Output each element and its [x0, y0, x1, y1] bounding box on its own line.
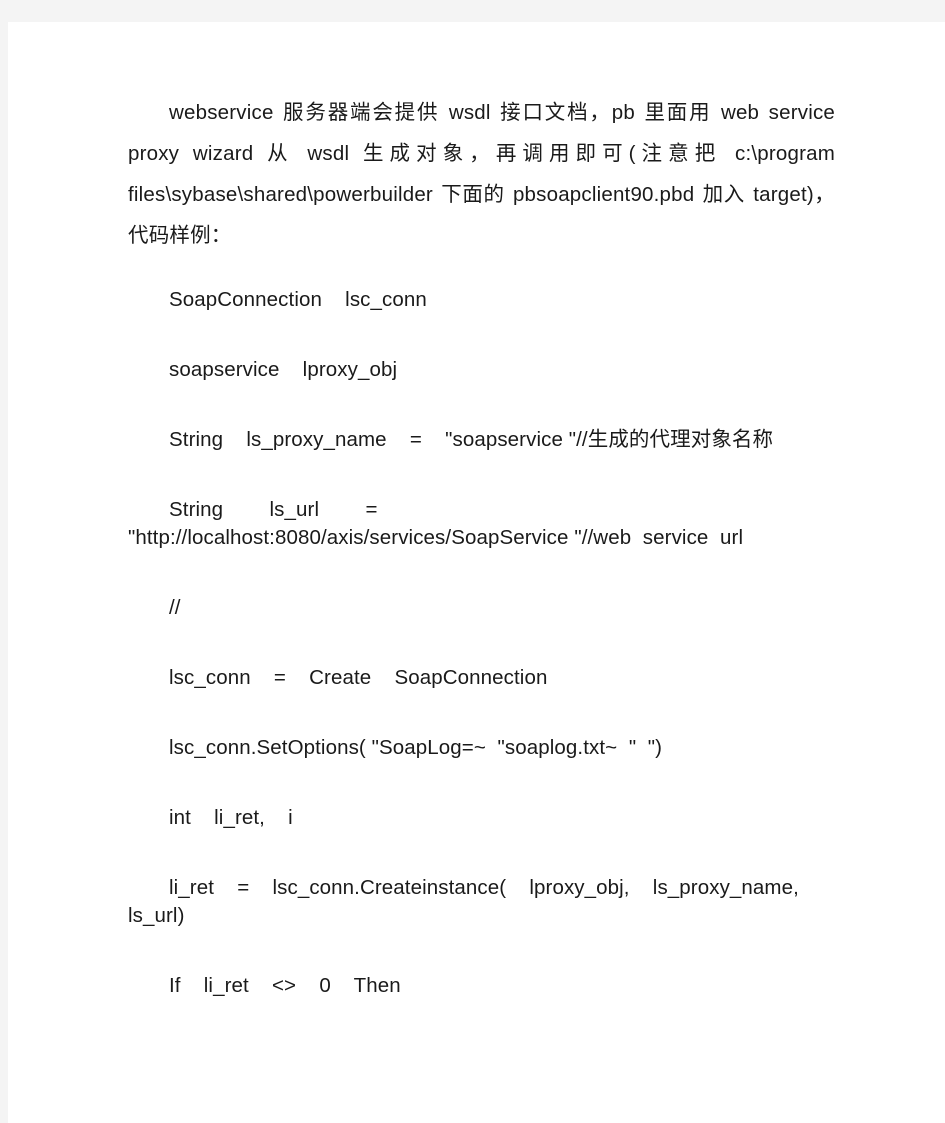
- code-line: int li_ret, i: [169, 806, 293, 829]
- code-line: String ls_proxy_name = "soapservice "//生…: [169, 428, 774, 451]
- code-line: lsc_conn.SetOptions( "SoapLog=~ "soaplog…: [169, 736, 663, 759]
- document-page-sheet: webservice 服务器端会提供 wsdl 接口文档，pb 里面用 web …: [8, 22, 945, 1123]
- intro-paragraph: webservice 服务器端会提供 wsdl 接口文档，pb 里面用 web …: [128, 101, 835, 247]
- code-line: String ls_url = "http://localhost:8080/a…: [128, 498, 744, 549]
- code-line: soapservice lproxy_obj: [169, 358, 398, 381]
- code-line: If li_ret <> 0 Then: [169, 974, 401, 997]
- document-body: webservice 服务器端会提供 wsdl 接口文档，pb 里面用 web …: [128, 92, 835, 1000]
- code-line: lsc_conn = Create SoapConnection: [169, 666, 548, 689]
- code-sample-block: SoapConnection lsc_conn soapservice lpro…: [128, 256, 835, 1000]
- code-line: //: [169, 596, 181, 619]
- code-line: SoapConnection lsc_conn: [169, 288, 427, 311]
- code-line: li_ret = lsc_conn.Createinstance( lproxy…: [128, 876, 823, 927]
